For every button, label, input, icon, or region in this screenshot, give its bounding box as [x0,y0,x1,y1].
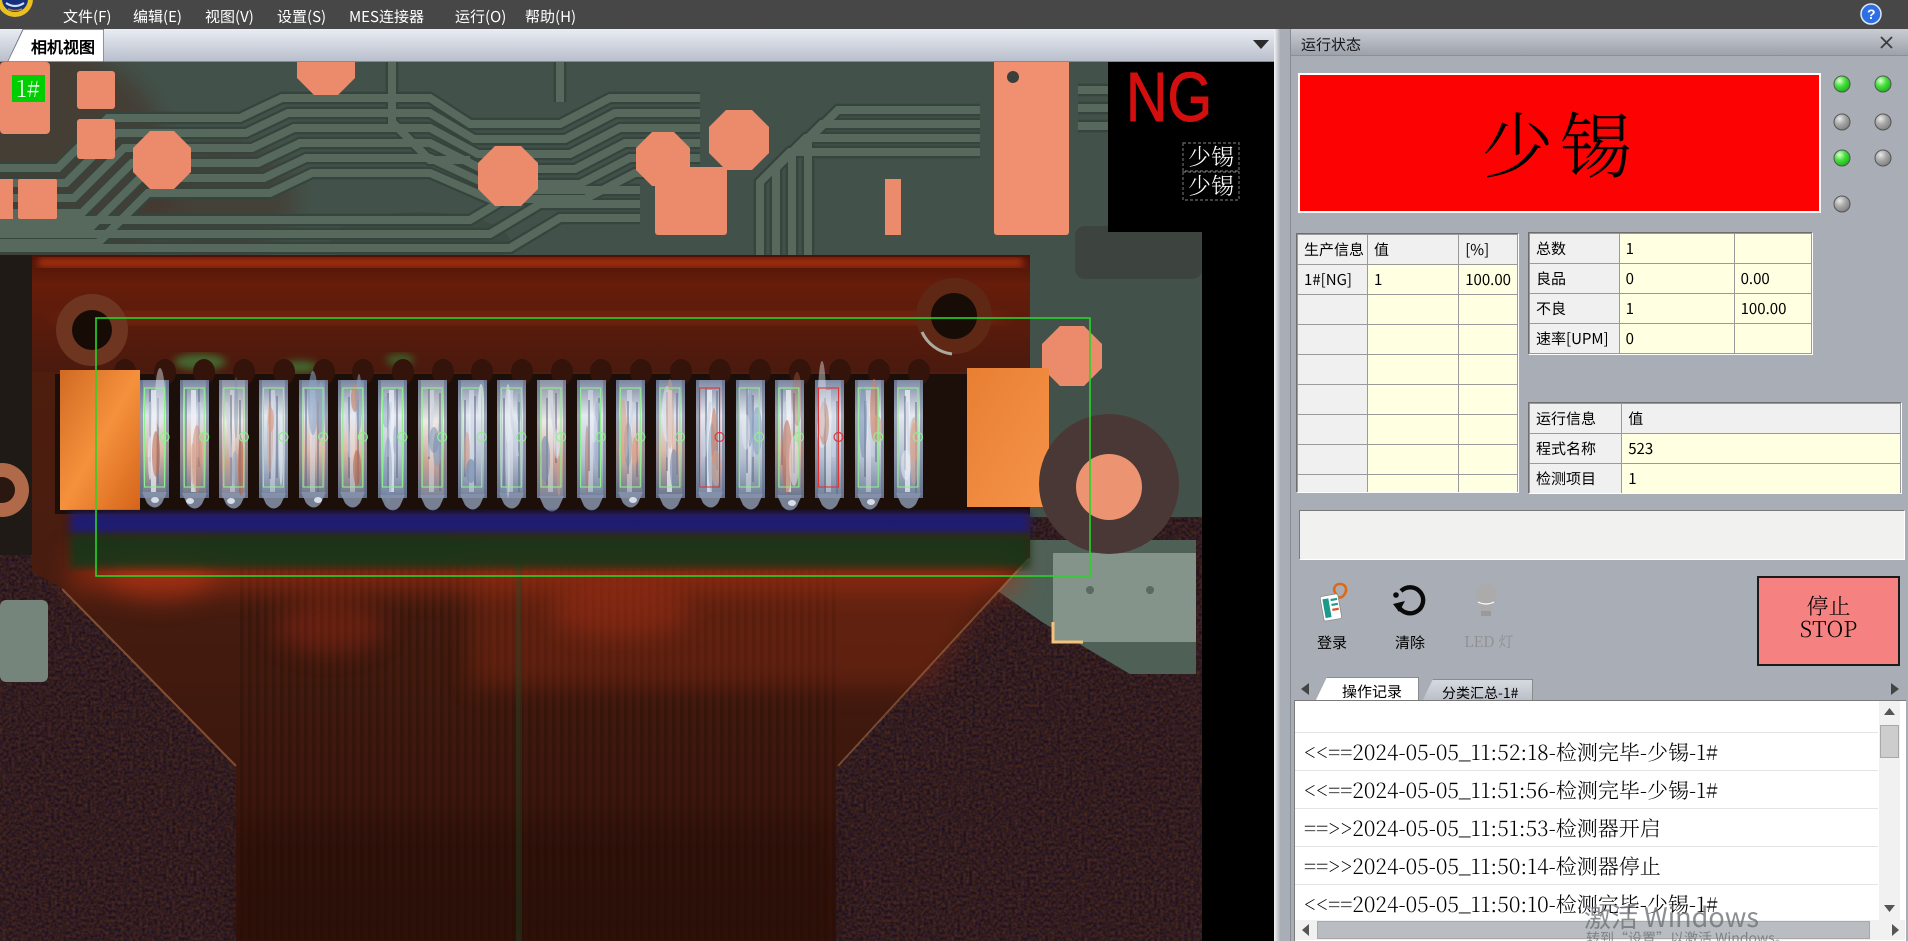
svg-text:?: ? [1867,6,1876,22]
svg-text:少锡: 少锡 [1188,168,1234,201]
svg-text:1#: 1# [16,71,40,104]
svg-text:NG: NG [1126,62,1212,136]
